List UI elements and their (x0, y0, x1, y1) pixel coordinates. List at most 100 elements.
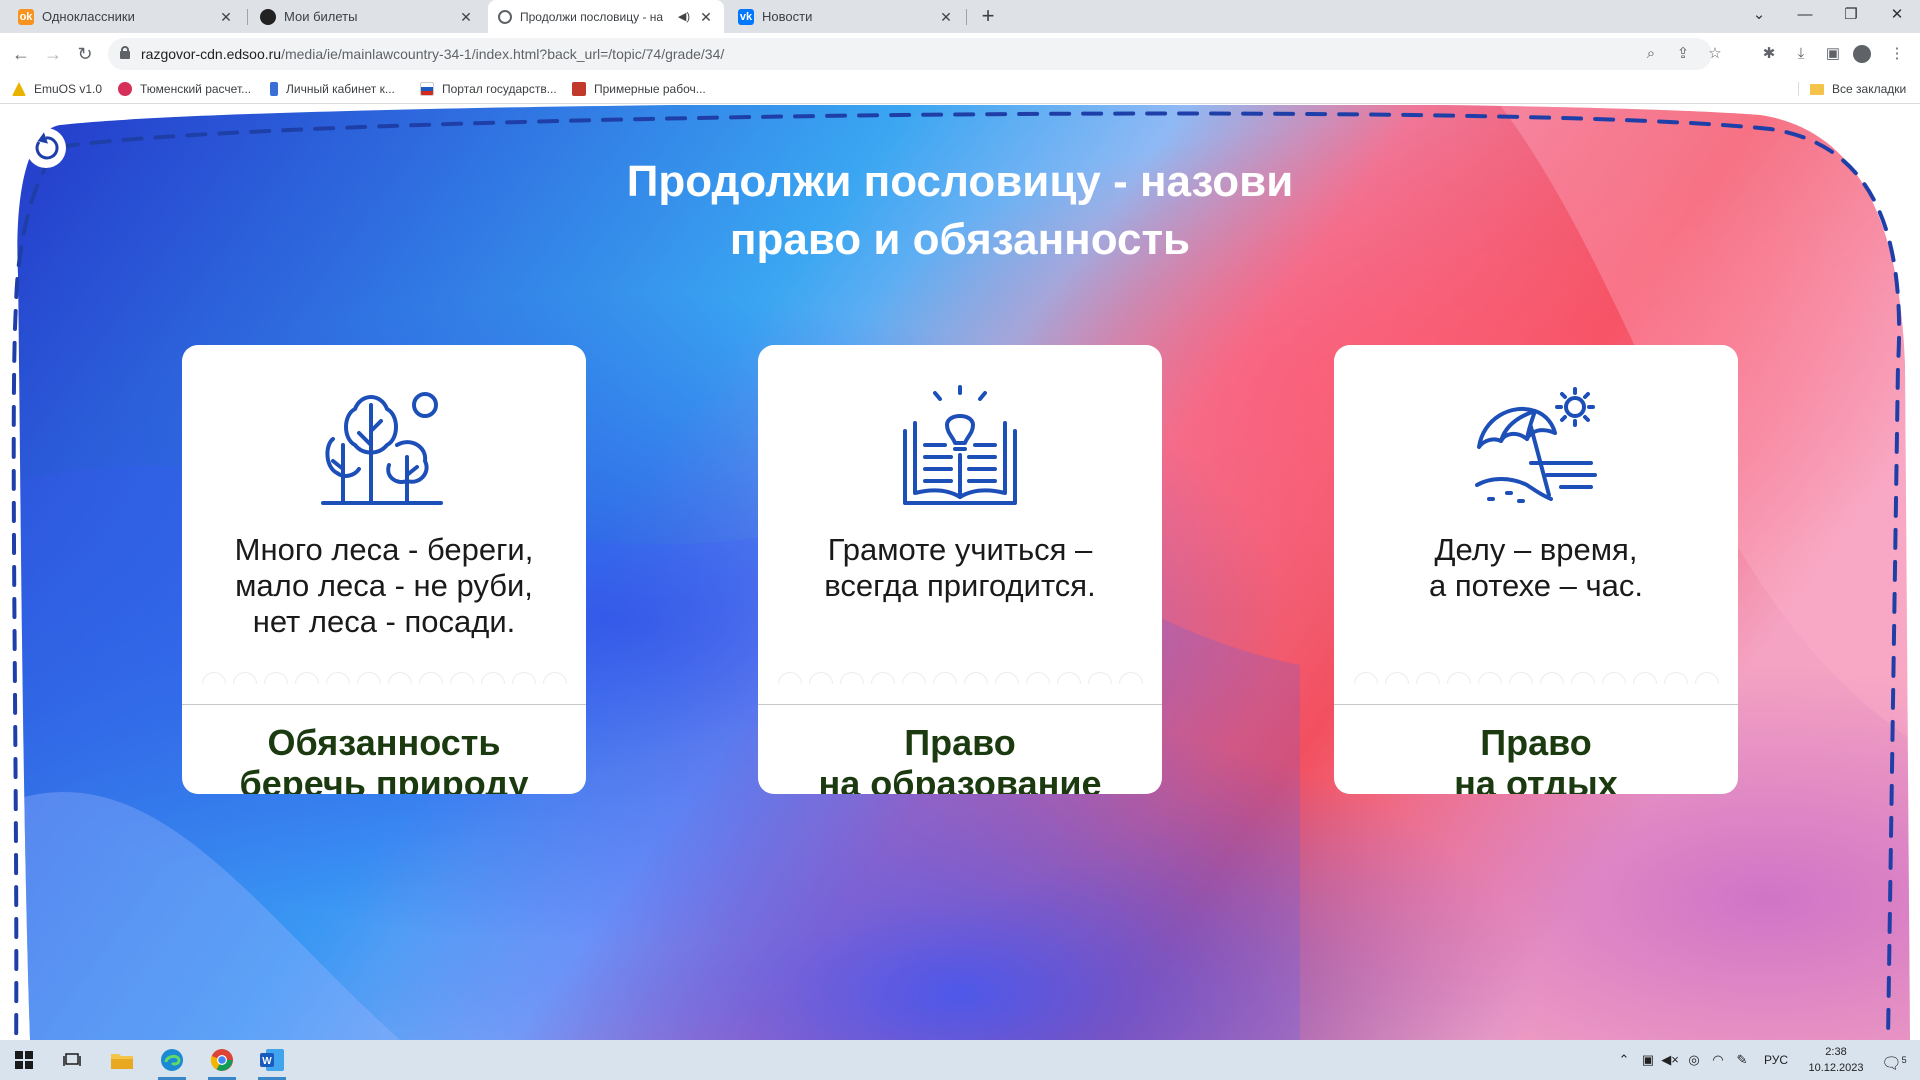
start-button[interactable] (0, 1040, 48, 1080)
answer-text: Обязанность беречь природу (239, 722, 529, 794)
ok-icon: ok (18, 8, 34, 25)
reload-button[interactable]: ↻ (70, 39, 100, 69)
bookmark-separator (1798, 82, 1799, 96)
task-view-button[interactable] (48, 1040, 96, 1080)
ticket-icon (260, 8, 276, 25)
bookmark-cabinet[interactable]: Личный кабинет к... (270, 75, 395, 103)
proverb-text: Грамоте учиться – всегда пригодится. (824, 532, 1096, 603)
emuos-icon (12, 82, 26, 96)
minimize-button[interactable]: — (1782, 0, 1828, 33)
meet-icon[interactable]: ▣ (1638, 1040, 1658, 1080)
share-icon[interactable]: ⇪ (1668, 38, 1698, 70)
russia-flag-icon (420, 82, 434, 96)
task-view-icon (63, 1053, 81, 1066)
proverb-card-rest[interactable]: Делу – время, а потехе – час. Право на о… (1334, 345, 1738, 794)
notifications-button[interactable]: 🗨5 (1874, 1040, 1914, 1080)
bookmark-programs[interactable]: Примерные рабоч... (572, 75, 706, 103)
proverb-text: Много леса - береги, мало леса - не руби… (234, 532, 534, 639)
volume-icon[interactable]: ◀× (1660, 1040, 1680, 1080)
proverb-text: Делу – время, а потехе – час. (1429, 532, 1643, 603)
card-divider (1334, 704, 1738, 705)
restart-icon (35, 132, 59, 160)
tab-title: Одноклассники (42, 9, 135, 24)
close-tab-icon[interactable]: ✕ (458, 9, 474, 25)
vk-icon: vk (738, 8, 754, 25)
all-bookmarks-button[interactable]: Все закладки (1810, 75, 1906, 103)
zoom-icon[interactable]: ⌕ (1636, 38, 1666, 70)
tab-news[interactable]: vk Новости ✕ (728, 0, 964, 33)
flip-hint-dots (1334, 672, 1738, 684)
address-bar[interactable]: razgovor-cdn.edsoo.ru/media/ie/mainlawco… (108, 38, 1722, 70)
tab-separator (966, 9, 967, 25)
proverb-card-education[interactable]: Грамоте учиться – всегда пригодится. Пра… (758, 345, 1162, 794)
bookmark-gosuslugi[interactable]: Портал государств... (420, 75, 557, 103)
tab-odnoklassniki[interactable]: ok Одноклассники ✕ (8, 0, 244, 33)
side-panel-icon[interactable]: ▣ (1818, 39, 1848, 69)
close-window-button[interactable]: ✕ (1874, 0, 1920, 33)
word-icon: W (260, 1049, 284, 1071)
answer-text: Право на отдых (1454, 722, 1618, 794)
clock-date: 10.12.2023 (1808, 1062, 1864, 1074)
restore-button[interactable]: ❐ (1828, 0, 1874, 33)
close-tab-icon[interactable]: ✕ (938, 9, 954, 25)
bookmarks-bar: EmuOS v1.0 Тюменский расчет... Личный ка… (0, 75, 1920, 104)
bookmark-tyumen[interactable]: Тюменский расчет... (118, 75, 251, 103)
network-icon[interactable]: ◎ (1684, 1040, 1704, 1080)
globe-icon (498, 9, 512, 24)
download-icon[interactable]: ⤓ (1786, 39, 1816, 69)
profile-avatar-icon[interactable] (1853, 45, 1871, 63)
clock[interactable]: 2:38 10.12.2023 (1800, 1044, 1872, 1076)
restart-button[interactable] (26, 128, 66, 168)
programs-icon (572, 82, 586, 96)
tray-chevron-icon[interactable]: ⌃ (1616, 1040, 1632, 1080)
card-divider (182, 704, 586, 705)
page-content: Продолжи пословицу - назови право и обяз… (0, 105, 1920, 1040)
chrome-button[interactable] (198, 1040, 246, 1080)
proverb-card-nature[interactable]: Много леса - береги, мало леса - не руби… (182, 345, 586, 794)
tab-search-chevron-icon[interactable]: ⌄ (1736, 0, 1782, 33)
svg-text:W: W (262, 1056, 272, 1067)
tab-proverb-active[interactable]: Продолжи пословицу - на ◀) ✕ (488, 0, 724, 33)
tab-separator (247, 9, 248, 25)
beach-umbrella-icon (1475, 387, 1597, 503)
tab-tickets[interactable]: Мои билеты ✕ (250, 0, 484, 33)
pen-icon[interactable]: ✎ (1732, 1040, 1752, 1080)
menu-icon[interactable]: ⋮ (1882, 39, 1912, 69)
notification-icon: 🗨 (1881, 1055, 1902, 1073)
word-button[interactable]: W (248, 1040, 296, 1080)
language-indicator[interactable]: РУС (1758, 1040, 1794, 1080)
folder-icon (1810, 83, 1824, 95)
wifi-icon[interactable]: ◠ (1708, 1040, 1728, 1080)
answer-text: Право на образование (818, 722, 1102, 794)
clock-time: 2:38 (1825, 1046, 1847, 1058)
forward-button[interactable]: → (38, 39, 68, 69)
page-title: Продолжи пословицу - назови право и обяз… (626, 157, 1294, 264)
close-tab-icon[interactable]: ✕ (698, 9, 714, 25)
new-tab-button[interactable]: + (974, 3, 1002, 31)
edge-icon (161, 1049, 183, 1071)
speaker-icon[interactable]: ◀) (678, 10, 690, 23)
back-button[interactable]: ← (6, 39, 36, 69)
extensions-icon[interactable]: ✱ (1754, 39, 1784, 69)
bookmark-emuos[interactable]: EmuOS v1.0 (12, 75, 102, 103)
star-icon[interactable]: ☆ (1700, 38, 1730, 70)
url-text[interactable]: razgovor-cdn.edsoo.ru/media/ie/mainlawco… (141, 38, 724, 70)
edge-button[interactable] (148, 1040, 196, 1080)
chrome-icon (210, 1049, 233, 1071)
tab-title: Новости (762, 9, 813, 24)
tab-title: Мои билеты (284, 9, 358, 24)
file-explorer-button[interactable] (98, 1040, 146, 1080)
lock-icon[interactable] (120, 46, 130, 59)
folder-icon (111, 1054, 133, 1069)
browser-toolbar: ← → ↻ razgovor-cdn.edsoo.ru/media/ie/mai… (0, 33, 1920, 75)
book-lightbulb-icon (903, 385, 1017, 505)
tab-title: Продолжи пословицу - на (520, 9, 664, 24)
tab-strip: ok Одноклассники ✕ Мои билеты ✕ Продолжи… (0, 0, 1920, 33)
windows-taskbar: W ⌃ ▣ ◀× ◎ ◠ ✎ РУС 2:38 10.12.2023 🗨5 (0, 1040, 1920, 1080)
close-tab-icon[interactable]: ✕ (218, 9, 234, 25)
cabinet-icon (270, 82, 278, 96)
windows-logo-icon (15, 1051, 33, 1069)
tyumen-icon (118, 82, 132, 96)
trees-icon (321, 392, 443, 505)
flip-hint-dots (758, 672, 1162, 684)
